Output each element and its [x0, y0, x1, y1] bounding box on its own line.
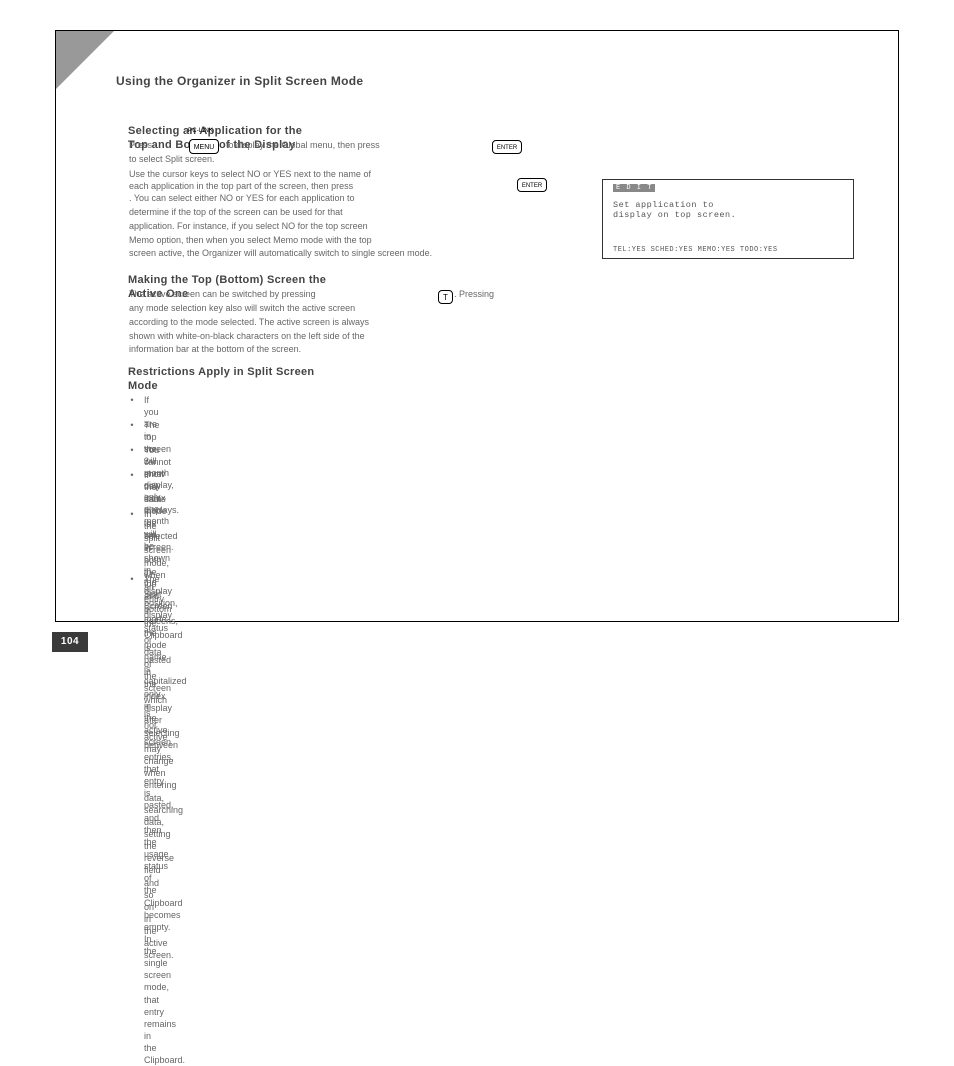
lcd-body-l1: Set application to: [613, 200, 843, 210]
lcd-status: E D I T: [613, 184, 655, 192]
page-frame: Using the Organizer in Split Screen Mode…: [55, 30, 899, 622]
page-corner-decor: [56, 31, 114, 89]
section1-text-line9: screen active, the Organizer will automa…: [129, 247, 619, 259]
text-9b: screen mode.: [378, 248, 433, 258]
text-press: Press: [129, 139, 152, 151]
lcd-body: Set application to display on top screen…: [613, 200, 843, 220]
section1-text-line6: determine if the top of the screen can b…: [129, 206, 619, 218]
section2-text-line3: according to the mode selected. The acti…: [129, 316, 619, 328]
section1-text-line7: application. For instance, if you select…: [129, 220, 619, 232]
menu-key-icon: MENU: [189, 139, 219, 154]
bullet-dot-icon: •: [129, 444, 135, 456]
section1-text-line5: . You can select either NO or YES for ea…: [129, 192, 619, 204]
section3-heading-line2: Mode: [128, 380, 158, 392]
text-9a: screen active, the Organizer will automa…: [129, 248, 375, 258]
lcd-body-l2: display on top screen.: [613, 210, 843, 220]
bullet-dot-icon: •: [129, 573, 135, 585]
bullet-dot-icon: •: [129, 469, 135, 481]
bullet-dot-icon: •: [129, 394, 135, 406]
section1-text-line8: Memo option, then when you select Memo m…: [129, 234, 619, 246]
section2-heading-line1: Making the Top (Bottom) Screen the: [128, 274, 326, 286]
s2-l1-prefix: The active screen can be switched by pre…: [129, 288, 316, 300]
section2-text-line2: any mode selection key also will switch …: [129, 302, 619, 314]
lcd-status-hl: E D I T: [613, 184, 655, 192]
section1-text-line2: to select Split screen.: [129, 153, 609, 165]
section1-text-line1a: Press to display the Global menu, then p…: [226, 139, 676, 151]
s2-l1-suffix: . Pressing: [454, 288, 494, 300]
main-heading: Using the Organizer in Split Screen Mode: [116, 74, 363, 88]
section2-text-line4: shown with white-on-black characters on …: [129, 330, 619, 342]
enter-key-icon-2: ENTER: [517, 178, 547, 192]
bullet-dot-icon: •: [129, 419, 135, 431]
section2-text-line5: information bar at the bottom of the scr…: [129, 343, 619, 355]
pc-link-label: PC-LINK: [188, 128, 213, 134]
enter-key-icon: ENTER: [492, 140, 522, 154]
text-mid: to display the Global menu, then press: [226, 140, 380, 150]
bullet-dot-icon: •: [129, 508, 135, 520]
section1-text-line4: each application in the top part of the …: [129, 180, 559, 192]
page-number-badge: 104: [52, 632, 88, 652]
lcd-options: TEL:YES SCHED:YES MEMO:YES TODO:YES: [613, 246, 843, 254]
section1-heading-line1: Selecting an Application for the: [128, 125, 302, 137]
section3-heading-line1: Restrictions Apply in Split Screen: [128, 366, 314, 378]
lcd-screenshot: E D I T Set application to display on to…: [602, 179, 854, 259]
